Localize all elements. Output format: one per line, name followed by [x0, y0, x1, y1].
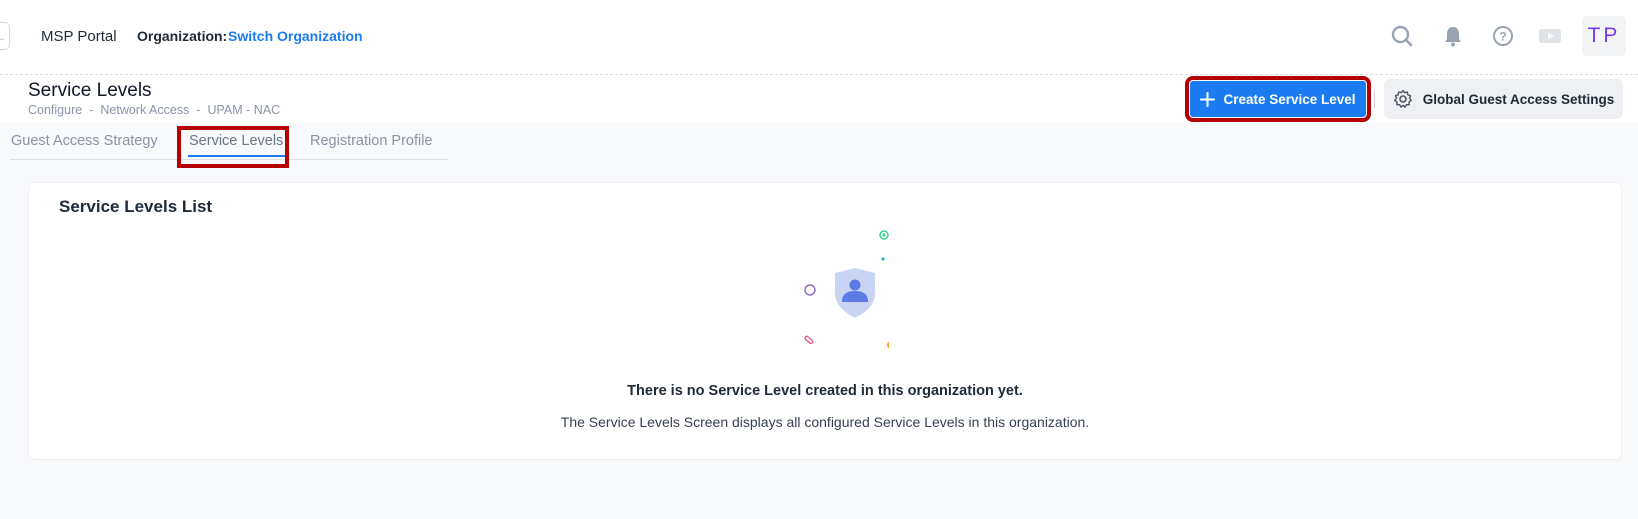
shield-user-icon — [769, 223, 895, 353]
switch-organization-link[interactable]: Switch Organization — [228, 28, 363, 44]
avatar[interactable]: TP — [1582, 16, 1626, 56]
organization-label: Organization: — [137, 28, 228, 44]
help-icon[interactable]: ? — [1489, 22, 1517, 50]
tab-service-levels[interactable]: Service Levels — [189, 133, 283, 149]
active-tab-indicator — [188, 155, 286, 157]
search-icon[interactable] — [1388, 22, 1416, 50]
breadcrumb-separator: - — [89, 103, 94, 117]
svg-text:?: ? — [1499, 30, 1506, 44]
portal-title[interactable]: MSP Portal — [41, 28, 117, 45]
breadcrumb-item[interactable]: Network Access — [100, 103, 189, 117]
bell-icon[interactable] — [1439, 22, 1467, 50]
create-service-level-label: Create Service Level — [1223, 91, 1356, 107]
gear-icon — [1393, 89, 1412, 108]
tab-bar: Guest Access Strategy Service Levels Reg… — [10, 125, 448, 160]
service-levels-card: Service Levels List There is no Service … — [28, 182, 1622, 460]
empty-state-title: There is no Service Level created in thi… — [627, 383, 1023, 399]
breadcrumb-separator: - — [196, 103, 201, 117]
global-guest-access-settings-button[interactable]: Global Guest Access Settings — [1384, 79, 1623, 119]
back-arrow-icon[interactable]: ← — [0, 22, 10, 50]
card-title: Service Levels List — [59, 197, 213, 216]
empty-state-description: The Service Levels Screen displays all c… — [560, 414, 1090, 430]
top-bar: ← MSP Portal Organization: Switch Organi… — [0, 0, 1638, 75]
breadcrumb-item[interactable]: Configure — [28, 103, 82, 117]
tab-registration-profile[interactable]: Registration Profile — [310, 133, 433, 149]
breadcrumb-item[interactable]: UPAM - NAC — [207, 103, 280, 117]
create-service-level-button[interactable]: Create Service Level — [1185, 76, 1371, 122]
page-title: Service Levels — [28, 80, 152, 101]
divider — [1374, 90, 1375, 108]
breadcrumb: Configure - Network Access - UPAM - NAC — [28, 103, 280, 117]
tab-guest-access-strategy[interactable]: Guest Access Strategy — [11, 133, 158, 149]
plus-icon — [1200, 91, 1216, 107]
video-icon[interactable] — [1536, 22, 1564, 50]
page-header: Service Levels Configure - Network Acces… — [0, 75, 1638, 123]
global-guest-access-settings-label: Global Guest Access Settings — [1422, 91, 1615, 107]
